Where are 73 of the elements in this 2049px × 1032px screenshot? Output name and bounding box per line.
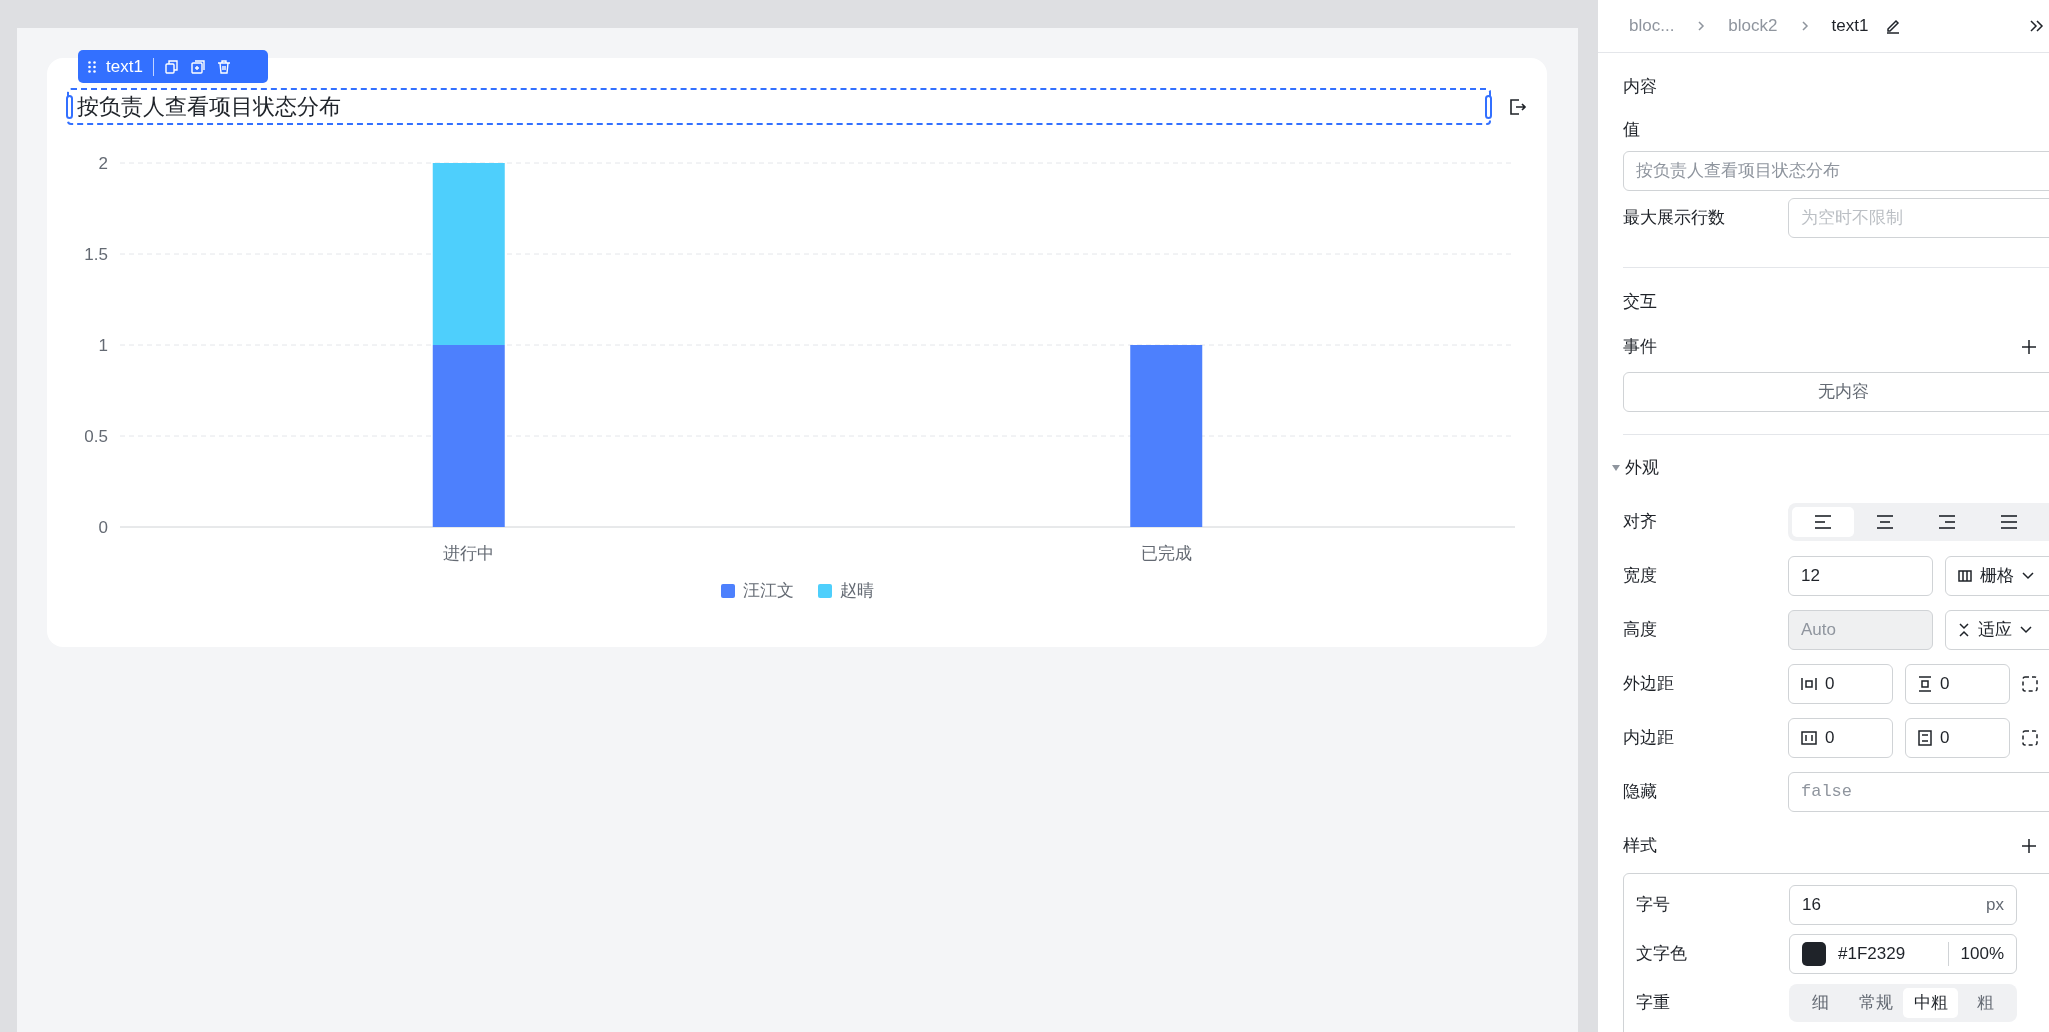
chevron-right-icon — [1799, 20, 1810, 32]
field-label: 对齐 — [1623, 511, 1658, 534]
field-label: 高度 — [1623, 619, 1658, 642]
chevron-down-icon — [2020, 626, 2032, 634]
field-label: 事件 — [1623, 336, 1657, 359]
section-title: 样式 — [1623, 835, 1657, 858]
add-icon[interactable] — [2021, 339, 2037, 355]
field-label: 文字色 — [1636, 942, 1688, 965]
expand-spacing-icon[interactable] — [2022, 730, 2038, 746]
section-title: 内容 — [1623, 76, 1658, 99]
resize-handle[interactable] — [1485, 95, 1492, 119]
breadcrumb-item: text1 — [1831, 15, 1869, 38]
field-label: 字号 — [1636, 893, 1671, 916]
axis-category-label: 进行中 — [443, 544, 495, 563]
horizontal-spacing-icon — [1801, 677, 1817, 691]
font-weight-option[interactable]: 中粗 — [1903, 987, 1958, 1018]
grid-columns-icon — [1958, 570, 1972, 582]
width-unit-select[interactable]: 栅格 — [1945, 556, 2049, 596]
horizontal-margin-field[interactable]: 0 — [1788, 664, 1893, 704]
axis-tick-label: 0.5 — [84, 427, 108, 446]
field-label: 内边距 — [1623, 727, 1675, 750]
axis-tick-label: 1.5 — [84, 245, 108, 264]
font-weight-option[interactable]: 细 — [1793, 987, 1848, 1018]
add-icon[interactable] — [2021, 838, 2037, 854]
copy-icon[interactable] — [163, 58, 180, 75]
chevron-down-icon — [2022, 572, 2034, 580]
field-label: 外边距 — [1623, 673, 1675, 696]
field-label: 最大展示行数 — [1623, 207, 1726, 230]
axis-tick-label: 2 — [98, 154, 108, 173]
duplicate-icon[interactable] — [189, 58, 206, 75]
section-title: 外观 — [1625, 457, 1659, 480]
title-text[interactable]: 按负责人查看项目状态分布 — [67, 88, 1491, 125]
field-label: 隐藏 — [1623, 781, 1658, 804]
events-empty: 无内容 — [1623, 372, 2049, 412]
fit-icon — [1958, 623, 1970, 637]
horizontal-spacing-icon — [1801, 731, 1817, 745]
collapse-panel-icon[interactable] — [2029, 19, 2045, 33]
axis-tick-label: 1 — [98, 336, 108, 355]
legend-label: 赵晴 — [839, 580, 874, 602]
font-size-field[interactable]: 16 px — [1789, 884, 2017, 925]
section-title: 交互 — [1623, 291, 1658, 314]
axis-tick-label: 0 — [98, 518, 108, 537]
vertical-spacing-icon — [1918, 730, 1932, 746]
align-right-icon — [1937, 514, 1957, 530]
chevron-right-icon — [1696, 20, 1707, 32]
font-weight-option[interactable]: 粗 — [1958, 987, 2013, 1018]
height-mode-select[interactable]: 适应 — [1945, 610, 2049, 650]
vertical-spacing-icon — [1918, 676, 1932, 692]
align-option[interactable] — [1792, 507, 1854, 537]
align-center-icon — [1875, 514, 1895, 530]
color-field[interactable]: #1F2329 100% — [1789, 933, 2017, 974]
resize-handle[interactable] — [66, 95, 73, 119]
color-hex: #1F2329 — [1838, 942, 1906, 965]
align-left-icon — [1813, 514, 1833, 530]
vertical-padding-field[interactable]: 0 — [1905, 718, 2010, 758]
delete-icon[interactable] — [215, 58, 232, 75]
opacity-value: 100% — [1960, 942, 2004, 965]
caret-icon[interactable] — [1611, 464, 1621, 472]
font-weight-option[interactable]: 常规 — [1848, 987, 1903, 1018]
vertical-margin-field[interactable]: 0 — [1905, 664, 2010, 704]
component-name: text1 — [106, 55, 143, 78]
exit-icon[interactable] — [1507, 96, 1527, 117]
unit-label: px — [1986, 893, 2004, 916]
field-label: 值 — [1623, 119, 1641, 142]
legend-label: 汪江文 — [742, 580, 794, 602]
horizontal-padding-field[interactable]: 0 — [1788, 718, 1893, 758]
field-label: 宽度 — [1623, 565, 1658, 588]
width-field[interactable]: 12 — [1788, 556, 1933, 596]
drag-handle-icon — [88, 60, 96, 73]
axis-category-label: 已完成 — [1140, 544, 1192, 563]
align-justify-icon — [1999, 514, 2019, 530]
field-label: 字重 — [1636, 991, 1671, 1014]
expand-spacing-icon[interactable] — [2022, 676, 2038, 692]
